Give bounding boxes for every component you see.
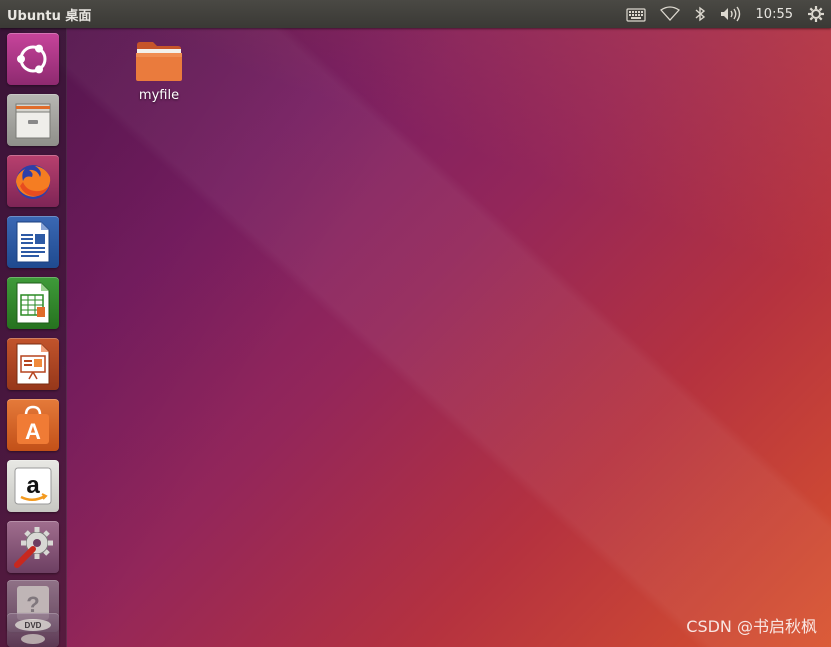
indicator-area: 10:55 (625, 4, 825, 24)
libreoffice-impress-icon[interactable] (7, 338, 59, 390)
software-center-icon[interactable]: A (7, 399, 59, 451)
system-settings-icon[interactable] (7, 521, 59, 573)
keyboard-icon[interactable] (625, 4, 646, 24)
wifi-icon[interactable] (659, 4, 680, 24)
files-icon[interactable] (7, 94, 59, 146)
launcher: A a ? DVD (0, 28, 67, 647)
top-panel: Ubuntu 桌面 10:55 (0, 0, 831, 28)
desktop-folder-myfile[interactable]: myfile (128, 40, 190, 103)
gear-icon[interactable] (807, 4, 825, 24)
app-title: Ubuntu 桌面 (7, 9, 92, 24)
libreoffice-writer-icon[interactable] (7, 216, 59, 268)
desktop-icon-label: myfile (138, 88, 180, 103)
svg-text:A: A (25, 419, 41, 444)
libreoffice-calc-icon[interactable] (7, 277, 59, 329)
folder-icon (136, 42, 182, 81)
watermark: CSDN @书启秋枫 (686, 617, 817, 636)
firefox-icon[interactable] (7, 155, 59, 207)
ubuntu-dash-icon[interactable] (7, 33, 59, 85)
svg-text:DVD: DVD (25, 621, 42, 630)
dvd-icon[interactable]: DVD (7, 613, 59, 647)
volume-icon[interactable] (720, 4, 742, 24)
clock[interactable]: 10:55 (756, 4, 793, 24)
amazon-icon[interactable]: a (7, 460, 59, 512)
svg-text:a: a (26, 472, 40, 499)
bluetooth-icon[interactable] (694, 4, 706, 24)
desktop-wallpaper[interactable] (0, 0, 831, 647)
